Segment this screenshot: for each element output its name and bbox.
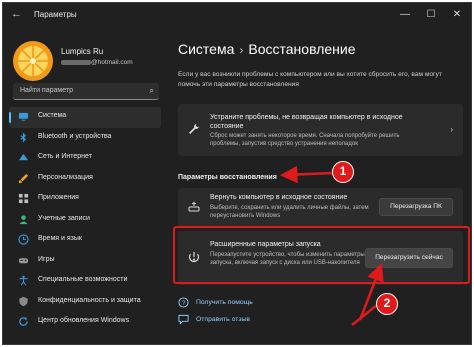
annotation-arrows (280, 165, 384, 326)
annotation-arrow-2-spacer (352, 300, 355, 325)
annotation-badge-1: 1 (332, 161, 354, 183)
annotation-badge-2: 2 (376, 293, 398, 315)
annotation-arrow-1 (280, 165, 334, 184)
